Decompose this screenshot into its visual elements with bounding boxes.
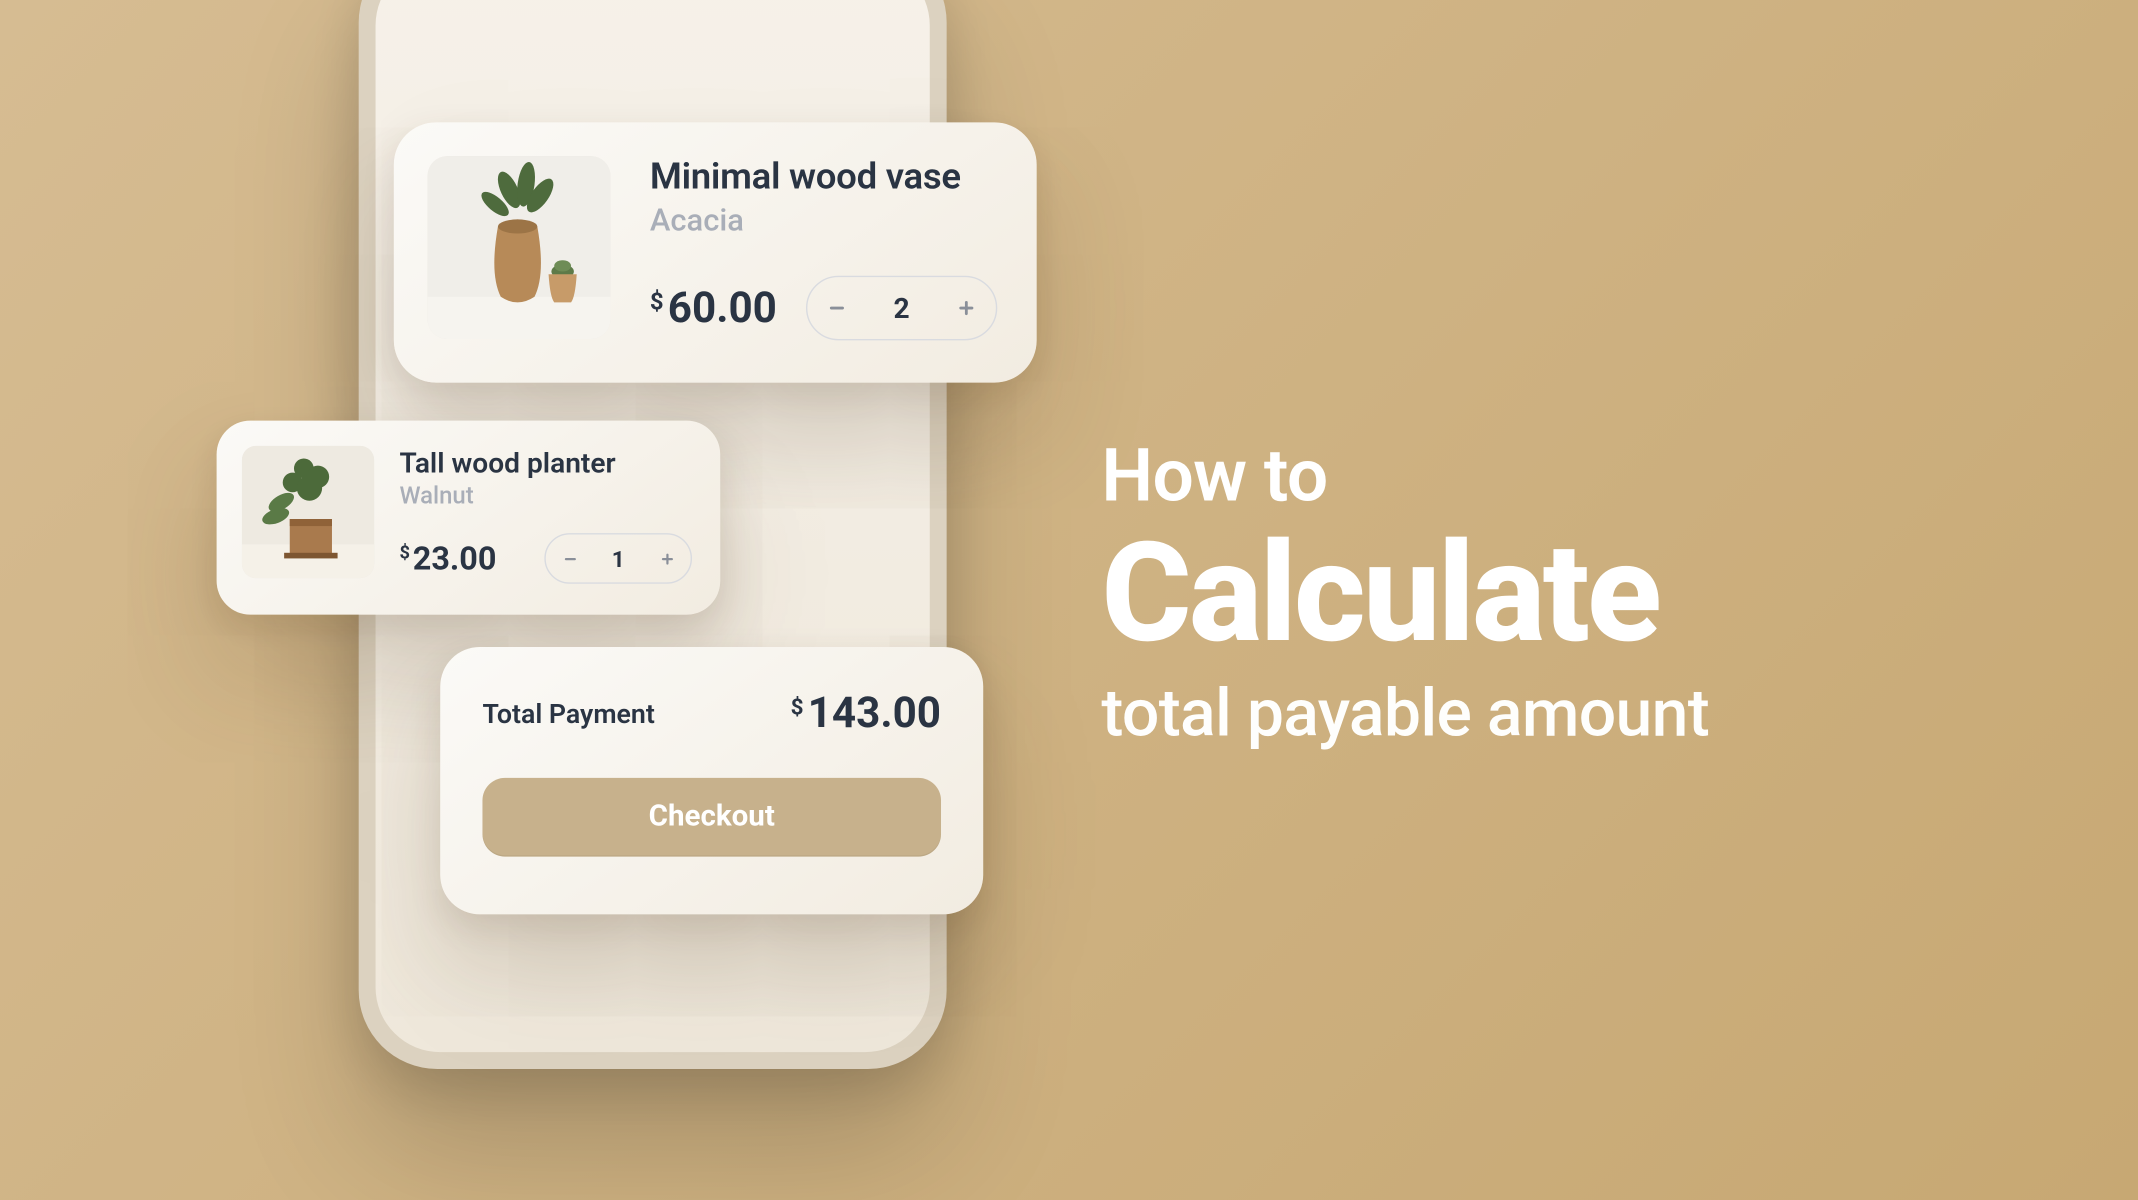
- product-variant: Walnut: [399, 482, 692, 510]
- minus-icon: [827, 298, 847, 318]
- price-value: 23.00: [413, 539, 497, 577]
- increment-button[interactable]: [937, 277, 996, 339]
- currency-symbol: $: [791, 693, 804, 720]
- quantity-value: 2: [894, 291, 910, 325]
- cart-item-card: Tall wood planter Walnut $ 23.00 1: [217, 421, 721, 615]
- quantity-stepper: 2: [806, 276, 997, 341]
- headline-line3: total payable amount: [1101, 675, 1709, 752]
- quantity-value: 1: [612, 545, 625, 572]
- plus-icon: [956, 298, 976, 318]
- product-name: Minimal wood vase: [650, 156, 997, 198]
- total-label: Total Payment: [482, 698, 654, 730]
- total-value: 143.00: [808, 689, 941, 738]
- product-thumbnail: [428, 156, 611, 339]
- headline: How to Calculate total payable amount: [1101, 433, 1709, 752]
- decrement-button[interactable]: [807, 277, 866, 339]
- product-variant: Acacia: [650, 204, 997, 239]
- quantity-stepper: 1: [544, 533, 692, 584]
- checkout-button[interactable]: Checkout: [482, 778, 941, 857]
- currency-symbol: $: [399, 542, 410, 563]
- product-price: $ 60.00: [650, 283, 777, 332]
- currency-symbol: $: [650, 288, 664, 316]
- headline-line1: How to: [1101, 433, 1709, 519]
- minus-icon: [562, 551, 577, 566]
- cart-item-card: Minimal wood vase Acacia $ 60.00 2: [394, 122, 1037, 382]
- total-card: Total Payment $ 143.00 Checkout: [440, 647, 983, 914]
- headline-line2: Calculate: [1101, 522, 1709, 667]
- product-price: $ 23.00: [399, 539, 496, 577]
- total-amount: $ 143.00: [791, 689, 941, 738]
- price-value: 60.00: [668, 283, 777, 332]
- increment-button[interactable]: [643, 535, 691, 583]
- product-thumbnail: [242, 446, 374, 578]
- decrement-button[interactable]: [546, 535, 594, 583]
- product-name: Tall wood planter: [399, 446, 692, 480]
- plus-icon: [659, 551, 674, 566]
